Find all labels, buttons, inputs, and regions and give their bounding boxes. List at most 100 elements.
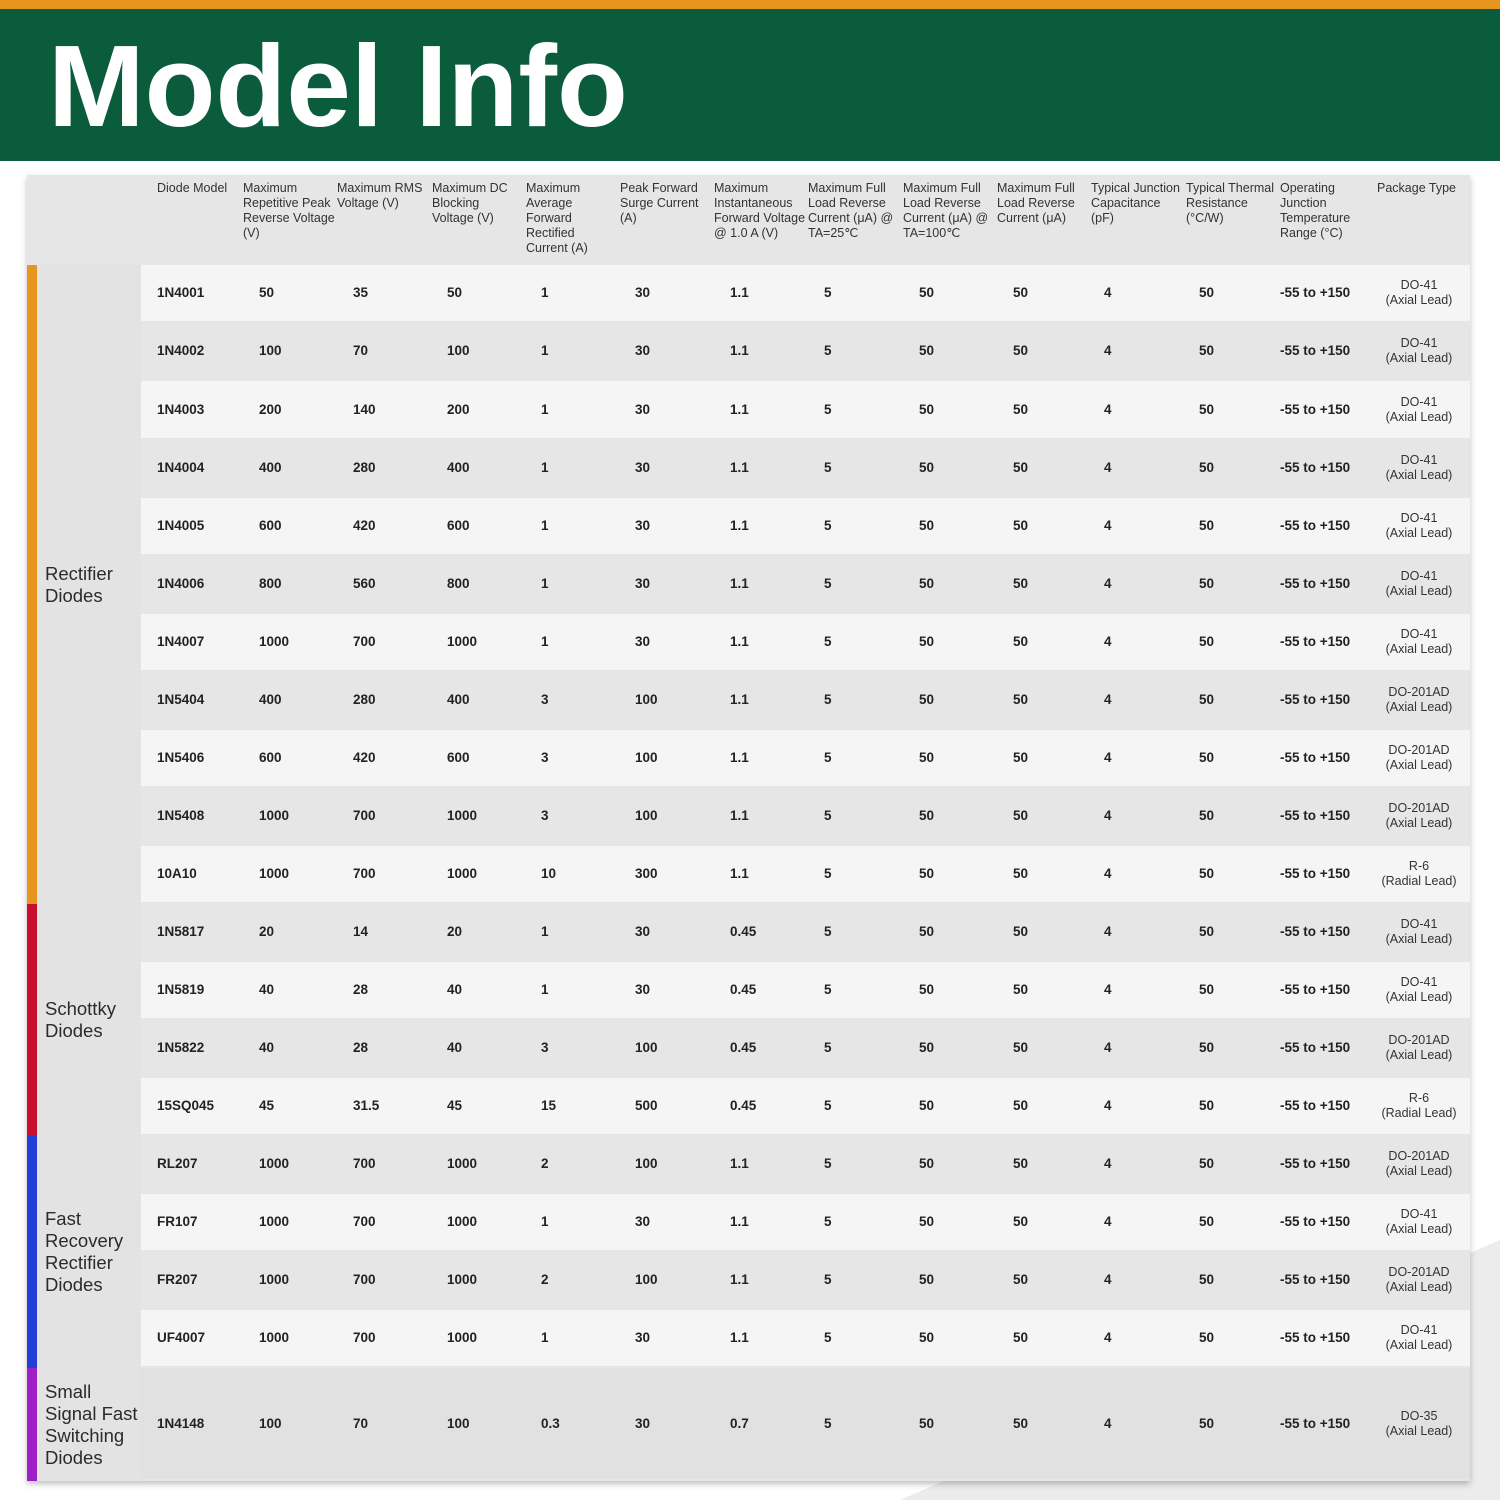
category-label: Rectifier Diodes (45, 562, 113, 606)
table-cell-vrrm: 600 (259, 750, 282, 765)
table-cell-package: DO-41 (Axial Lead) (1379, 1323, 1459, 1353)
table-cell-vdc: 1000 (447, 808, 478, 823)
table-cell-temp: -55 to +150 (1280, 924, 1351, 939)
table-cell-if: 1 (541, 401, 549, 417)
table-cell-temp: -55 to +150 (1280, 1272, 1351, 1287)
table-cell-ifsm: 30 (635, 1415, 651, 1431)
table-cell-rth: 50 (1199, 1214, 1215, 1229)
table-cell-ir100: 50 (919, 634, 935, 649)
table-cell-vrms: 31.5 (353, 1098, 380, 1113)
table-cell-ifsm: 500 (635, 1098, 658, 1113)
table-cell-ifsm: 30 (635, 285, 651, 300)
package-lead: (Axial Lead) (1385, 584, 1453, 598)
table-cell-irfull: 50 (1013, 1040, 1029, 1055)
package-name: DO-41 (1400, 1207, 1438, 1221)
table-cell-if: 1 (541, 518, 549, 533)
table-cell-ifsm: 30 (635, 1214, 651, 1229)
package-lead: (Axial Lead) (1385, 642, 1453, 656)
package-name: DO-201AD (1388, 743, 1450, 757)
table-cell-vdc: 45 (447, 1098, 463, 1113)
table-cell-model: 1N4148 (157, 1415, 205, 1431)
table-cell-ifsm: 30 (635, 982, 651, 997)
package-lead: (Axial Lead) (1385, 409, 1453, 424)
table-cell-temp: -55 to +150 (1280, 460, 1351, 475)
table-cell-vrms: 700 (353, 866, 376, 881)
table-row: 1N5822 40 28 40 3 100 0.45 5 50 50 4 50 -55 to +150 D… (141, 1020, 1470, 1076)
table-cell-if: 3 (541, 750, 549, 765)
table-cell-rth: 50 (1199, 634, 1215, 649)
table-cell-rth: 50 (1199, 1098, 1215, 1113)
table-cell-rth: 50 (1199, 808, 1215, 823)
table-cell-if: 1 (541, 576, 549, 591)
category-group: Fast Recovery Rectifier Diodes (27, 1136, 141, 1368)
package-name: DO-41 (1400, 511, 1438, 525)
table-cell-vrrm: 40 (259, 982, 275, 997)
package-name: DO-201AD (1388, 685, 1450, 699)
package-lead: (Axial Lead) (1385, 700, 1453, 714)
table-cell-temp: -55 to +150 (1280, 401, 1351, 417)
package-name: DO-41 (1400, 627, 1438, 641)
table-cell-vdc: 20 (447, 924, 463, 939)
table-row: FR107 1000 700 1000 1 30 1.1 5 50 50 4 50 -55 to +15… (141, 1194, 1470, 1250)
table-cell-cj: 4 (1104, 401, 1112, 417)
table-cell-temp: -55 to +150 (1280, 1330, 1351, 1345)
table-cell-if: 1 (541, 634, 549, 649)
table-cell-vf: 1.1 (730, 1214, 749, 1229)
table-cell-vf: 1.1 (730, 285, 749, 300)
table-cell-ifsm: 100 (635, 1040, 658, 1055)
table-cell-cj: 4 (1104, 866, 1112, 881)
table-cell-vf: 1.1 (730, 343, 749, 358)
table-cell-if: 1 (541, 924, 549, 939)
table-cell-vf: 1.1 (730, 750, 749, 765)
table-cell-ifsm: 100 (635, 692, 658, 707)
table-cell-vrrm: 1000 (259, 1330, 290, 1345)
table-cell-irfull: 50 (1013, 576, 1029, 591)
top-accent-bar (0, 0, 1500, 9)
table-cell-vdc: 1000 (447, 634, 478, 649)
table-cell-cj: 4 (1104, 460, 1112, 475)
table-row: 1N4003 200 140 200 1 30 1.1 5 50 50 4 50 -55 to +150… (141, 381, 1470, 438)
table-cell-irfull: 50 (1013, 285, 1029, 300)
table-cell-vdc: 1000 (447, 1330, 478, 1345)
table-cell-package: DO-41 (Axial Lead) (1379, 453, 1459, 483)
table-cell-vdc: 40 (447, 1040, 463, 1055)
table-cell-vrrm: 1000 (259, 1214, 290, 1229)
table-cell-ir25: 5 (824, 750, 832, 765)
table-cell-package: DO-41 (Axial Lead) (1379, 569, 1459, 599)
table-cell-if: 1 (541, 1330, 549, 1345)
package-name: R-6 (1408, 1091, 1430, 1105)
title-banner: Model Info (0, 9, 1500, 161)
table-row: RL207 1000 700 1000 2 100 1.1 5 50 50 4 50 -55 to +1… (141, 1136, 1470, 1192)
table-cell-if: 0.3 (541, 1415, 560, 1431)
table-cell-vrms: 700 (353, 1214, 376, 1229)
table-cell-package: DO-41 (Axial Lead) (1379, 917, 1459, 947)
column-header: Maximum Full Load Reverse Current (μA) @… (808, 181, 894, 240)
category-label: Schottky Diodes (45, 998, 116, 1041)
table-cell-rth: 50 (1199, 518, 1215, 533)
package-name: DO-41 (1400, 1323, 1438, 1337)
table-row: 1N4148 100 70 100 0.3 30 0.7 5 50 50 4 50 -55 to +15… (141, 1368, 1470, 1479)
table-cell-cj: 4 (1104, 1272, 1112, 1287)
table-cell-vf: 0.7 (730, 1415, 749, 1431)
table-cell-irfull: 50 (1013, 982, 1029, 997)
table-cell-rth: 50 (1199, 460, 1215, 475)
table-cell-vrms: 420 (353, 750, 376, 765)
table-cell-irfull: 50 (1013, 634, 1029, 649)
table-cell-vdc: 400 (447, 692, 470, 707)
table-cell-ifsm: 30 (635, 518, 651, 533)
table-cell-ir25: 5 (824, 1156, 832, 1171)
table-cell-if: 1 (541, 460, 549, 475)
table-cell-ifsm: 30 (635, 924, 651, 939)
table-cell-ir100: 50 (919, 518, 935, 533)
table-row: UF4007 1000 700 1000 1 30 1.1 5 50 50 4 50 -55 to +1… (141, 1310, 1470, 1366)
table-cell-vrms: 14 (353, 924, 369, 939)
table-cell-vrrm: 400 (259, 692, 282, 707)
table-cell-if: 1 (541, 1214, 549, 1229)
package-lead: (Axial Lead) (1385, 1423, 1453, 1438)
column-header: Typical Junction Capacitance (pF) (1091, 181, 1180, 225)
table-cell-cj: 4 (1104, 1098, 1112, 1113)
table-cell-ifsm: 100 (635, 750, 658, 765)
package-name: DO-201AD (1388, 1033, 1450, 1047)
table-cell-cj: 4 (1104, 1040, 1112, 1055)
table-cell-model: 1N4005 (157, 518, 205, 533)
